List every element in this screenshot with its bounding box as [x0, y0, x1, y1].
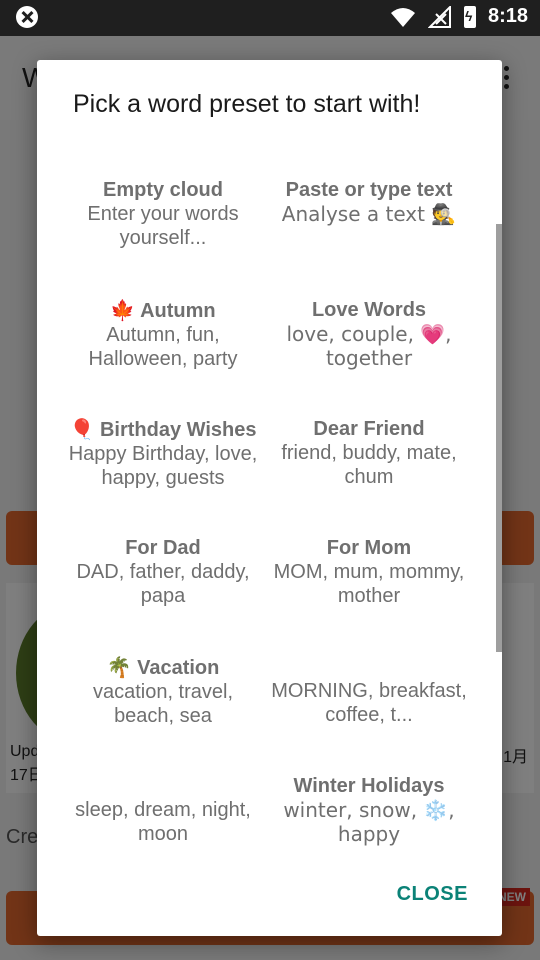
preset-words: DAD, father, daddy, papa [76, 561, 250, 607]
balloon-icon: 🎈 [69, 417, 95, 441]
preset-words: MORNING, breakfast, coffee, t... [271, 680, 467, 726]
signal-icon [427, 5, 451, 28]
preset-name: Empty cloud [102, 179, 223, 201]
preset-name: Dear Friend [313, 418, 425, 440]
preset-name: Vacation [137, 657, 220, 679]
preset-words: MOM, mum, mommy, mother [273, 561, 465, 607]
preset-list[interactable]: Empty cloud Enter your words yourself...… [37, 160, 502, 850]
scrollbar[interactable] [496, 224, 502, 652]
preset-empty-cloud[interactable]: Empty cloud Enter your words yourself... [61, 178, 265, 250]
preset-paste-text[interactable]: Paste or type text Analyse a text 🕵️ [267, 178, 471, 226]
preset-words: winter, snow, ❄️, happy [283, 798, 455, 846]
battery-charging-icon [463, 5, 476, 28]
app-notification-icon [16, 6, 38, 28]
status-time: 8:18 [487, 5, 528, 27]
preset-dear-friend[interactable]: Dear Friend friend, buddy, mate, chum [267, 417, 471, 489]
preset-birthday-wishes[interactable]: 🎈 Birthday Wishes Happy Birthday, love, … [61, 417, 265, 490]
preset-for-mom[interactable]: For Mom MOM, mum, mommy, mother [267, 536, 471, 608]
preset-vacation[interactable]: 🌴 Vacation vacation, travel, beach, sea [61, 655, 265, 728]
preset-words: Autumn, fun, Halloween, party [88, 324, 238, 370]
preset-sleep[interactable]: sleep, dream, night, moon [61, 798, 265, 846]
wifi-icon [390, 7, 415, 27]
maple-leaf-icon: 🍁 [110, 298, 136, 322]
preset-name: For Dad [125, 537, 201, 559]
preset-name: Paste or type text [285, 179, 453, 201]
status-bar: 8:18 [0, 0, 540, 36]
preset-words: friend, buddy, mate, chum [281, 442, 457, 488]
preset-name: Autumn [140, 300, 216, 322]
preset-morning[interactable]: MORNING, breakfast, coffee, t... [267, 679, 471, 727]
preset-winter-holidays[interactable]: Winter Holidays winter, snow, ❄️, happy [267, 774, 471, 846]
preset-autumn[interactable]: 🍁 Autumn Autumn, fun, Halloween, party [61, 298, 265, 371]
preset-name: For Mom [326, 537, 412, 559]
preset-words: Enter your words yourself... [87, 203, 239, 249]
preset-name: Birthday Wishes [99, 419, 257, 441]
preset-words: Happy Birthday, love, happy, guests [68, 443, 258, 489]
preset-words: vacation, travel, beach, sea [92, 681, 234, 727]
preset-words: Analyse a text 🕵️ [281, 202, 457, 226]
preset-words: sleep, dream, night, moon [75, 799, 251, 845]
preset-name: Winter Holidays [293, 775, 445, 797]
palm-tree-icon: 🌴 [106, 655, 132, 679]
status-icons: 8:18 [390, 5, 528, 28]
word-preset-dialog: Pick a word preset to start with! Empty … [37, 60, 502, 936]
preset-words: love, couple, 💗, together [286, 322, 452, 370]
preset-name: Love Words [311, 299, 427, 321]
preset-love-words[interactable]: Love Words love, couple, 💗, together [267, 298, 471, 370]
close-button[interactable]: CLOSE [397, 883, 468, 906]
preset-for-dad[interactable]: For Dad DAD, father, daddy, papa [61, 536, 265, 608]
dialog-title: Pick a word preset to start with! [73, 90, 421, 118]
